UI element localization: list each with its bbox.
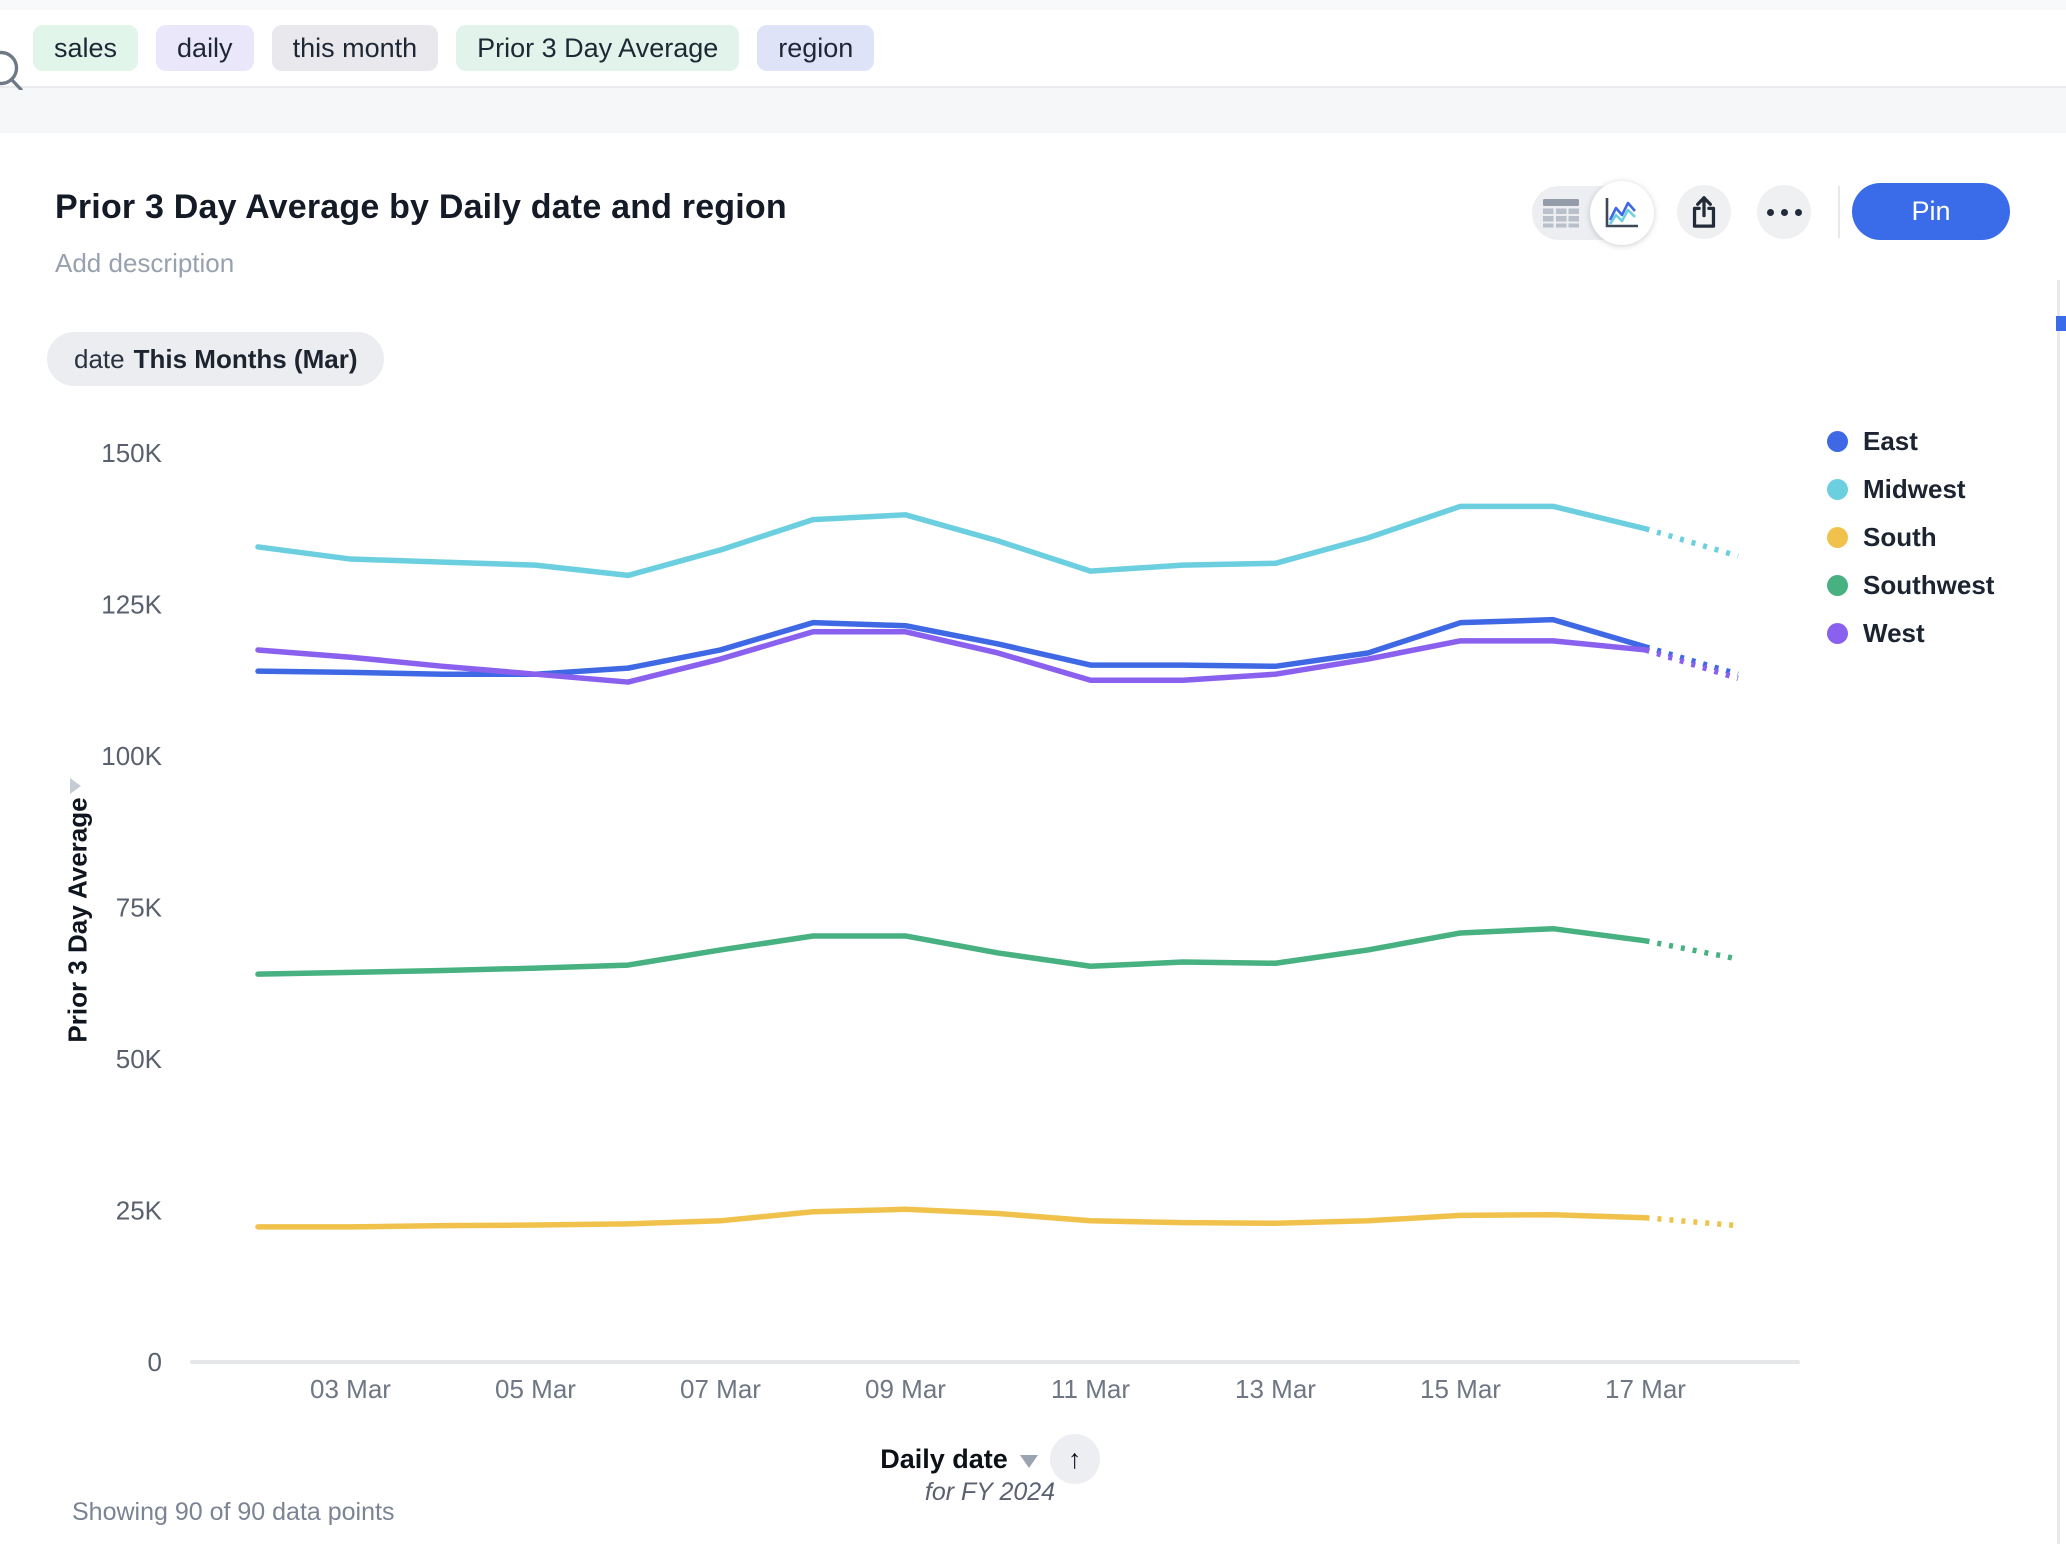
table-view-button[interactable]: [1540, 197, 1584, 229]
legend-dot: [1827, 623, 1848, 644]
share-icon: [1689, 195, 1719, 229]
search-tag[interactable]: daily: [156, 25, 254, 71]
legend-item[interactable]: Southwest: [1827, 572, 1994, 599]
sort-ascending-button[interactable]: ↑: [1050, 1434, 1100, 1484]
app-window: sales daily this month Prior 3 Day Average r…: [0, 0, 2066, 1544]
legend-label: West: [1863, 618, 1925, 649]
legend-item[interactable]: East: [1827, 428, 1994, 455]
search-tag[interactable]: region: [757, 25, 874, 71]
arrow-up-icon: ↑: [1068, 1444, 1082, 1475]
table-view-icon: [1540, 197, 1584, 229]
legend-dot: [1827, 575, 1848, 596]
search-bar[interactable]: sales daily this month Prior 3 Day Average r…: [0, 10, 2066, 88]
chart-view-icon: [1603, 195, 1641, 231]
x-axis-subtitle: for FY 2024: [810, 1478, 1170, 1507]
legend-dot: [1827, 431, 1848, 452]
chart-legend: East Midwest South Southwest West: [1827, 428, 1994, 647]
legend-item[interactable]: South: [1827, 524, 1994, 551]
add-description-placeholder[interactable]: Add description: [55, 248, 234, 279]
pin-button[interactable]: Pin: [1852, 183, 2010, 240]
right-panel-handle[interactable]: [2056, 316, 2066, 331]
date-filter-pill[interactable]: date This Months (Mar): [47, 332, 384, 386]
page-title: Prior 3 Day Average by Daily date and re…: [55, 188, 787, 227]
filter-field: date: [74, 344, 125, 375]
view-toggle: [1532, 186, 1652, 240]
legend-item[interactable]: West: [1827, 620, 1994, 647]
page-background-gap: [0, 90, 2066, 133]
legend-dot: [1827, 527, 1848, 548]
toolbar-divider: [1838, 186, 1840, 238]
legend-label: South: [1863, 522, 1937, 553]
more-options-button[interactable]: [1757, 185, 1811, 239]
search-tag[interactable]: sales: [33, 25, 138, 71]
legend-dot: [1827, 479, 1848, 500]
legend-label: East: [1863, 426, 1918, 457]
x-field-label[interactable]: Daily date: [880, 1444, 1008, 1475]
data-points-status: Showing 90 of 90 data points: [72, 1498, 394, 1527]
chart-view-button[interactable]: [1590, 181, 1654, 245]
search-tag[interactable]: this month: [272, 25, 439, 71]
y-axis-title: Prior 3 Day Average: [63, 797, 94, 1042]
ellipsis-icon: [1767, 209, 1802, 216]
search-tag-list: sales daily this month Prior 3 Day Average r…: [33, 25, 874, 71]
y-axis-expand-icon[interactable]: [70, 778, 81, 794]
search-tag[interactable]: Prior 3 Day Average: [456, 25, 739, 71]
legend-label: Southwest: [1863, 570, 1994, 601]
top-strip: [0, 0, 2066, 10]
share-button[interactable]: [1677, 185, 1731, 239]
legend-item[interactable]: Midwest: [1827, 476, 1994, 503]
caret-down-icon[interactable]: [1020, 1455, 1038, 1468]
legend-label: Midwest: [1863, 474, 1966, 505]
filter-value: This Months (Mar): [134, 344, 358, 375]
right-panel-divider: [2057, 280, 2060, 1544]
